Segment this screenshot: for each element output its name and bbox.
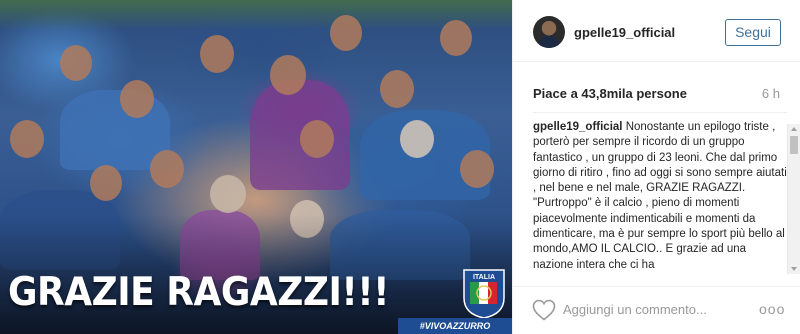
scroll-up-arrow-icon[interactable] [791, 127, 797, 131]
player-head [380, 70, 414, 108]
likes-count[interactable]: Piace a 43,8mila persone [533, 86, 687, 101]
player-head [10, 120, 44, 158]
crest-label: ITALIA [473, 274, 495, 281]
post-image[interactable]: GRAZIE RAGAZZI!!! ITALIA #VIVOAZZURRO [0, 0, 512, 334]
comment-input[interactable] [563, 297, 753, 321]
scroll-down-arrow-icon[interactable] [791, 267, 797, 271]
post-side-panel: gpelle19_official Segui Piace a 43,8mila… [512, 0, 800, 334]
player-head [150, 150, 184, 188]
scrollbar-thumb[interactable] [790, 136, 798, 154]
player-head [210, 175, 246, 213]
comments-scrollbar[interactable] [787, 124, 800, 274]
player-head [120, 80, 154, 118]
player-head [330, 15, 362, 51]
player-head [60, 45, 92, 81]
username-link[interactable]: gpelle19_official [574, 25, 675, 40]
heart-icon[interactable] [532, 299, 556, 321]
image-caption: GRAZIE RAGAZZI!!! [8, 270, 390, 316]
more-options-icon[interactable]: ooo [759, 299, 784, 319]
caption-comment: gpelle19_official Nonostante un epilogo … [533, 120, 787, 273]
player-head [270, 55, 306, 95]
comment-text: Nonostante un epilogo triste , porterò p… [533, 121, 787, 271]
pitch-background [0, 0, 512, 30]
player-head [400, 120, 434, 158]
player-head [200, 35, 234, 73]
comment-author[interactable]: gpelle19_official [533, 121, 622, 133]
follow-button[interactable]: Segui [725, 19, 781, 46]
comments-list: gpelle19_official Nonostante un epilogo … [533, 112, 787, 284]
player-head [460, 150, 494, 188]
player-head [440, 20, 472, 56]
post-footer: ooo [513, 286, 800, 334]
italia-crest-icon: ITALIA [463, 269, 505, 319]
player-head [300, 120, 334, 158]
avatar[interactable] [533, 16, 565, 48]
hashtag-banner: #VIVOAZZURRO [398, 318, 512, 334]
post-header: gpelle19_official Segui [513, 0, 800, 62]
post-timestamp[interactable]: 6 h [762, 86, 780, 101]
player-head [90, 165, 122, 201]
